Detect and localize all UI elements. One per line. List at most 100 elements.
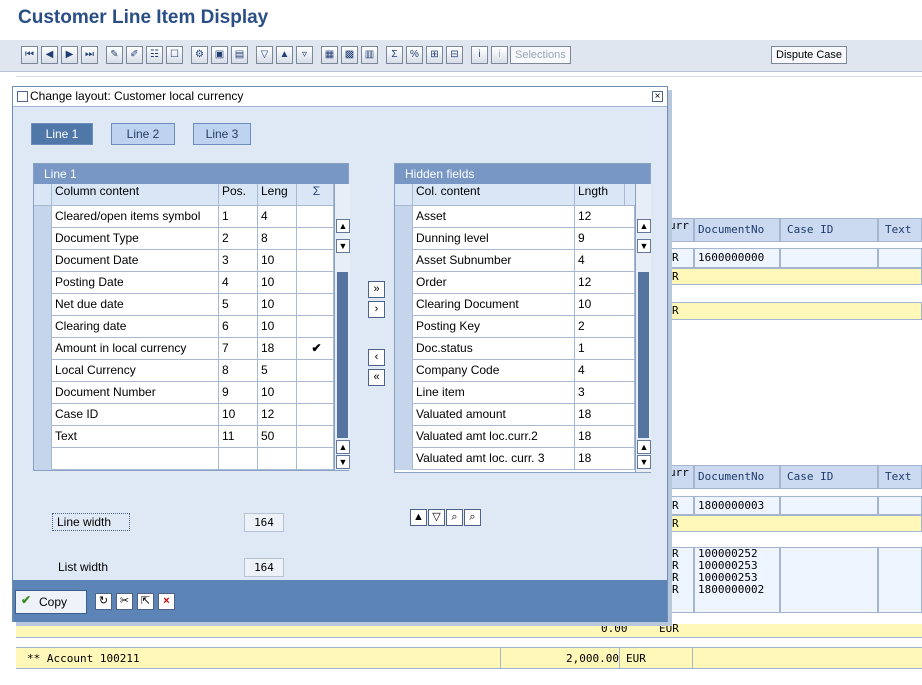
summary-amount: 0.00 xyxy=(601,622,628,635)
right-scroll-up-icon[interactable]: ▲ xyxy=(637,219,651,233)
bg-header-document-number-2: DocumentNo xyxy=(694,465,780,489)
scroll-down-icon[interactable]: ▼ xyxy=(336,239,350,253)
move-right-icon[interactable]: › xyxy=(368,301,385,318)
grid-icon[interactable]: ▦ xyxy=(321,46,338,64)
copy-layout-icon[interactable]: ▣ xyxy=(211,46,228,64)
list-item[interactable]: Posting Key 2 xyxy=(395,316,635,338)
info-icon[interactable]: i xyxy=(471,46,488,64)
scroll-up-icon[interactable]: ▲ xyxy=(336,219,350,233)
list-item[interactable]: Valuated amt loc. curr. 3 18 xyxy=(395,448,635,470)
table-row[interactable]: Document Number 9 10 xyxy=(34,382,334,404)
list-item[interactable]: Valuated amount 18 xyxy=(395,404,635,426)
right-scroll-up-lower-icon[interactable]: ▲ xyxy=(637,440,651,454)
application-toolbar: ⏮ ◀ ▶ ⏭ ✎ ✐ ☷ ☐ ⚙ ▣ ▤ ▽ ▲ ▿ ▦ ▩ ▥ Σ % ⊞ … xyxy=(0,40,922,72)
move-all-left-icon[interactable]: « xyxy=(368,369,385,386)
bg-header-case-id-2: Case ID xyxy=(780,465,878,489)
next-page-icon[interactable]: ▶ xyxy=(61,46,78,64)
sum-icon[interactable]: Σ xyxy=(386,46,403,64)
scroll-up-lower-icon[interactable]: ▲ xyxy=(336,440,350,454)
save-layout-icon[interactable]: ▤ xyxy=(231,46,248,64)
close-icon[interactable]: × xyxy=(652,91,663,102)
scroll-down-lower-icon[interactable]: ▼ xyxy=(336,455,350,469)
disabled-info-icon: i xyxy=(491,46,508,64)
select-icon[interactable]: ✎ xyxy=(106,46,123,64)
length-header: Leng xyxy=(258,184,297,206)
list-item[interactable]: Clearing Document 10 xyxy=(395,294,635,316)
bg-top-document: 1600000000 xyxy=(694,248,780,268)
bg-header-text-2: Text xyxy=(878,465,922,489)
tab-line-3[interactable]: Line 3 xyxy=(193,123,251,145)
filter-icon[interactable]: ▽ xyxy=(256,46,273,64)
table-row[interactable]: Net due date 5 10 xyxy=(34,294,334,316)
cut-icon[interactable]: ✂ xyxy=(116,593,133,610)
right-scroll-down-icon[interactable]: ▼ xyxy=(637,239,651,253)
disabled-tool-icon: ☐ xyxy=(166,46,183,64)
find-next-icon[interactable]: ⌕ xyxy=(464,509,481,526)
insert-icon[interactable]: ⇱ xyxy=(137,593,154,610)
bg-list-documents: 100000252 100000253 100000253 1800000002 xyxy=(694,547,780,613)
filter-list-icon[interactable]: ▿ xyxy=(296,46,313,64)
table-row[interactable] xyxy=(34,448,334,470)
tab-line-2[interactable]: Line 2 xyxy=(111,123,175,145)
move-all-right-icon[interactable]: » xyxy=(368,281,385,298)
list-item[interactable]: Asset 12 xyxy=(395,206,635,228)
edit-icon[interactable]: ✐ xyxy=(126,46,143,64)
right-scroll-down-lower-icon[interactable]: ▼ xyxy=(637,455,651,469)
bg-header-case-id: Case ID xyxy=(780,218,878,242)
list-item[interactable]: Asset Subnumber 4 xyxy=(395,250,635,272)
bg-bottom-case xyxy=(780,496,878,515)
filter-icon[interactable]: ▽ xyxy=(428,509,445,526)
list-item[interactable]: Line item 3 xyxy=(395,382,635,404)
table-row[interactable]: Case ID 10 12 xyxy=(34,404,334,426)
list-item[interactable]: Doc.status 1 xyxy=(395,338,635,360)
table-row[interactable]: Document Date 3 10 xyxy=(34,250,334,272)
bg-bottom-document: 1800000003 xyxy=(694,496,780,515)
dispute-case-button[interactable]: Dispute Case xyxy=(771,46,848,64)
bg-header-text: Text xyxy=(878,218,922,242)
cancel-icon[interactable]: × xyxy=(158,593,175,610)
first-page-icon[interactable]: ⏮ xyxy=(21,46,38,64)
layout-icon[interactable]: ☷ xyxy=(146,46,163,64)
list-item[interactable]: Dunning level 9 xyxy=(395,228,635,250)
bg-header-document-number: DocumentNo xyxy=(694,218,780,242)
account-total-row: ** Account 100211 2,000.00 EUR xyxy=(16,647,922,669)
export-icon[interactable]: ▥ xyxy=(361,46,378,64)
sum-checkbox: ✔ xyxy=(297,338,334,360)
bg-header-currency-2: urr xyxy=(668,465,694,489)
scroll-thumb[interactable] xyxy=(337,272,348,438)
last-page-icon[interactable]: ⏭ xyxy=(81,46,98,64)
table-row[interactable]: Posting Date 4 10 xyxy=(34,272,334,294)
list-item[interactable]: Order 12 xyxy=(395,272,635,294)
table-row[interactable]: Amount in local currency 7 18 ✔ xyxy=(34,338,334,360)
list-item[interactable]: Company Code 4 xyxy=(395,360,635,382)
previous-page-icon[interactable]: ◀ xyxy=(41,46,58,64)
print-icon[interactable]: ▲ xyxy=(410,509,427,526)
bg-top-text xyxy=(878,248,922,268)
print-icon[interactable]: ▲ xyxy=(276,46,293,64)
table-row[interactable]: Cleared/open items symbol 1 4 xyxy=(34,206,334,228)
left-scrollbar[interactable]: ▲ ▼ ▲ ▼ xyxy=(334,184,350,470)
bg-top-curr-1: R xyxy=(668,248,694,268)
left-grid-header: Column content Pos. Leng Σ xyxy=(34,184,334,206)
sort-icon[interactable]: ⊞ xyxy=(426,46,443,64)
list-item[interactable]: Valuated amt loc.curr.2 18 xyxy=(395,426,635,448)
selections-button: Selections xyxy=(510,46,571,64)
grid-options-icon[interactable]: ▩ xyxy=(341,46,358,64)
page-title: Customer Line Item Display xyxy=(18,7,269,28)
table-row[interactable]: Clearing date 6 10 xyxy=(34,316,334,338)
detail-icon[interactable]: ⚙ xyxy=(191,46,208,64)
right-scroll-thumb[interactable] xyxy=(638,272,649,438)
find-icon[interactable]: ⌕ xyxy=(446,509,463,526)
bg-header-currency: urr xyxy=(668,218,694,242)
background-grid-right: urr DocumentNo Case ID Text R 1600000000… xyxy=(668,213,922,623)
table-row[interactable]: Document Type 2 8 xyxy=(34,228,334,250)
table-row[interactable]: Local Currency 8 5 xyxy=(34,360,334,382)
sort-descending-icon[interactable]: ⊟ xyxy=(446,46,463,64)
right-scrollbar[interactable]: ▲ ▼ ▲ ▼ xyxy=(635,184,651,472)
sum-header-icon[interactable]: Σ xyxy=(297,184,334,206)
move-left-icon[interactable]: ‹ xyxy=(368,349,385,366)
refresh-icon[interactable]: ↻ xyxy=(95,593,112,610)
tab-line-1[interactable]: Line 1 xyxy=(31,123,93,145)
table-row[interactable]: Text 11 50 xyxy=(34,426,334,448)
subtotal-icon[interactable]: % xyxy=(406,46,423,64)
